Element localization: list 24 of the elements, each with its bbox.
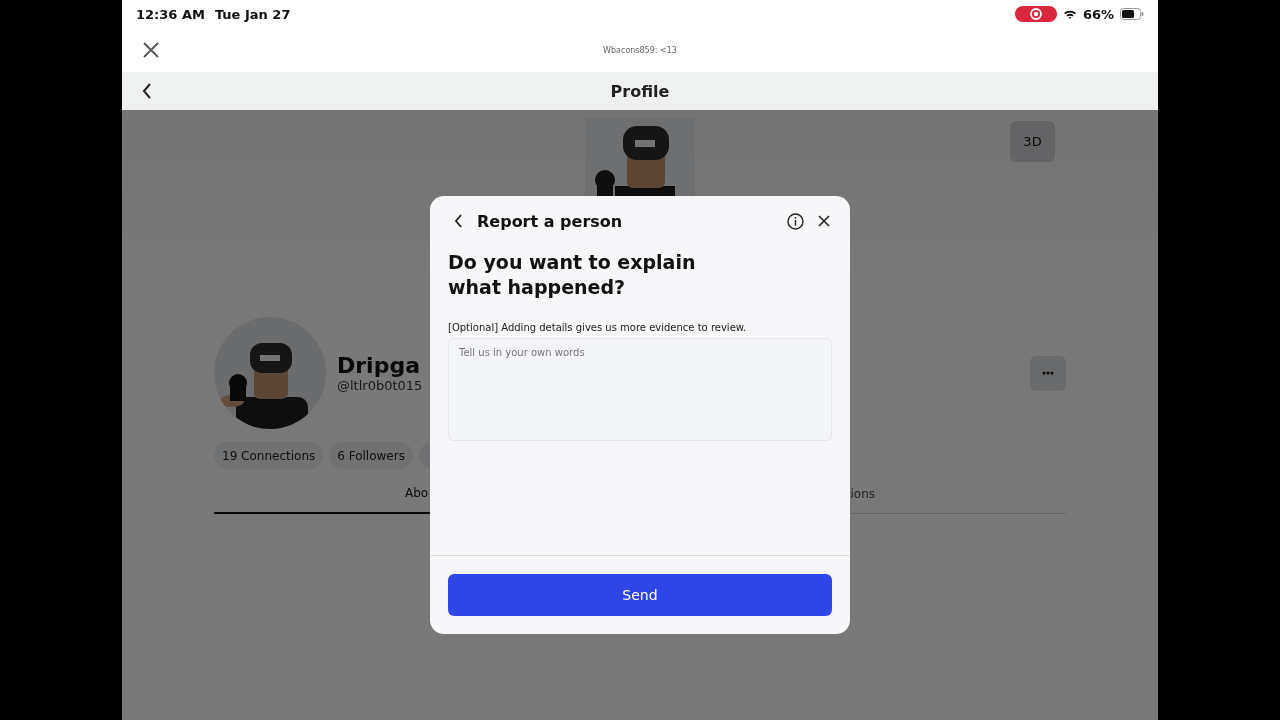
close-icon[interactable] bbox=[818, 215, 830, 227]
hint-text: [Optional] Adding details gives us more evidence to review. bbox=[448, 322, 748, 333]
dialog-title: Report a person bbox=[477, 211, 624, 231]
more-icon bbox=[1042, 371, 1054, 375]
battery-icon bbox=[1120, 8, 1144, 20]
screen-recording-icon bbox=[1014, 6, 1057, 22]
back-icon[interactable] bbox=[454, 214, 463, 228]
battery-percent: 66% bbox=[1082, 6, 1114, 22]
username: @ltlr0b0t015 bbox=[337, 378, 423, 393]
3d-view-button[interactable]: 3D bbox=[1010, 121, 1055, 162]
details-field[interactable]: Tell us in your own words bbox=[448, 338, 832, 441]
close-icon[interactable] bbox=[143, 42, 159, 58]
send-button[interactable]: Send bbox=[448, 574, 832, 616]
status-time: 12:36 AM bbox=[136, 6, 205, 22]
info-icon[interactable] bbox=[787, 212, 804, 230]
status-date: Tue Jan 27 bbox=[214, 6, 291, 22]
display-name: Dripga bbox=[337, 353, 420, 378]
page-title: Wbacons859: <13 bbox=[603, 45, 677, 55]
back-icon[interactable] bbox=[142, 83, 152, 99]
dialog-heading: Do you want to explain what happened? bbox=[448, 250, 697, 300]
stat-chip[interactable]: 6 Followers bbox=[329, 442, 413, 469]
wifi-icon bbox=[1062, 8, 1077, 20]
stat-chip[interactable]: 19 Connections bbox=[214, 442, 324, 469]
nav-title: Profile bbox=[610, 81, 670, 101]
